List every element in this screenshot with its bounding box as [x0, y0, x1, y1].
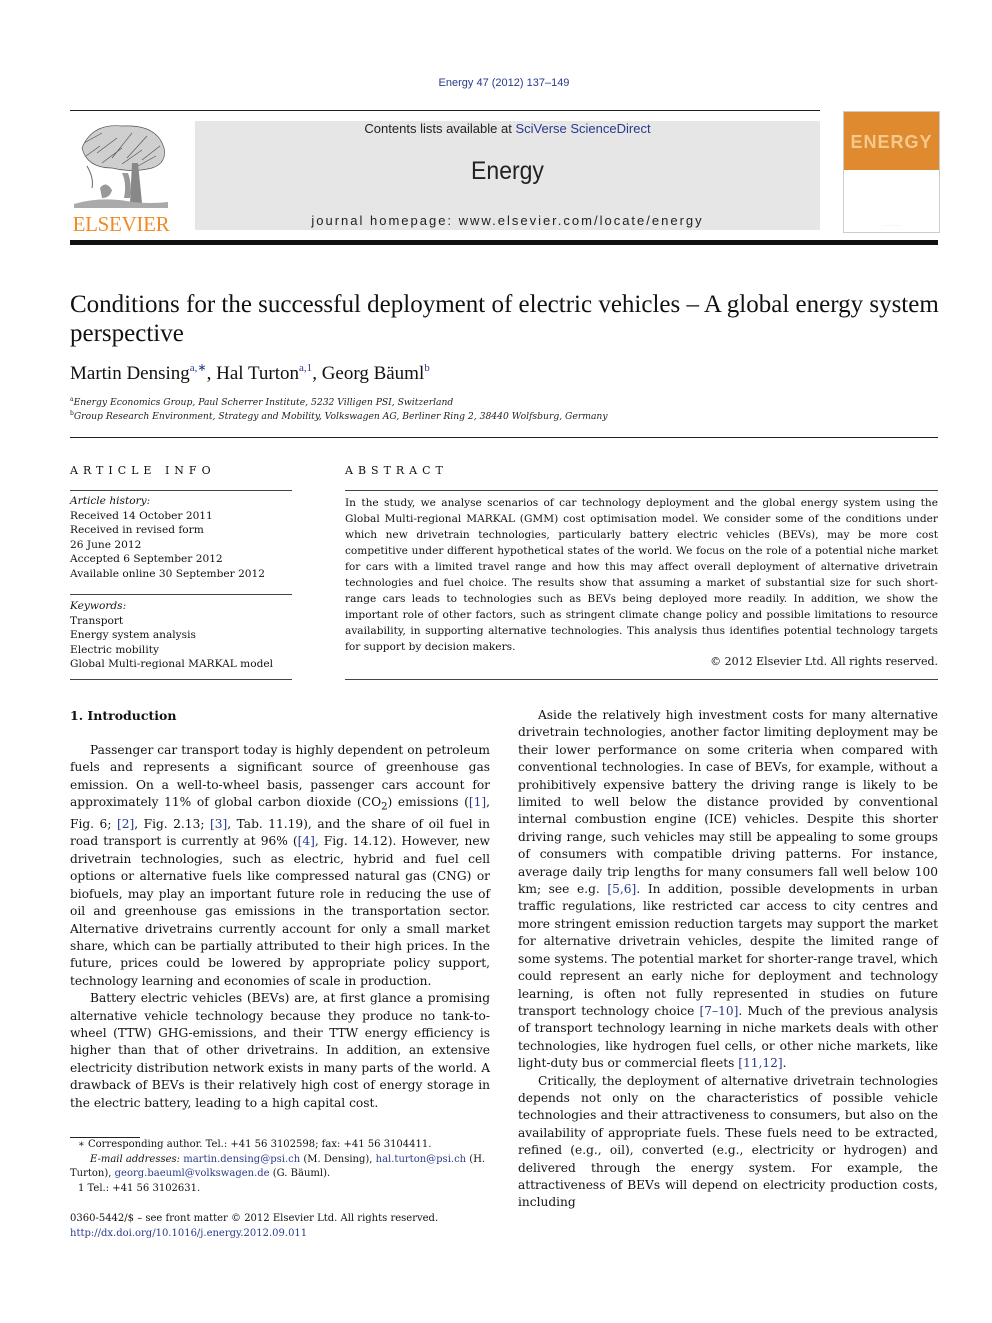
footnote-1: 1 Tel.: +41 56 3102631.: [78, 1182, 201, 1194]
header-rule-left: [70, 110, 195, 111]
contents-prefix: Contents lists available at: [364, 121, 516, 136]
email-link[interactable]: martin.densing@psi.ch: [183, 1154, 300, 1165]
elsevier-tree-icon: [74, 125, 168, 208]
paragraph: Critically, the deployment of alternativ…: [518, 1073, 938, 1210]
body-column-right: Aside the relatively high investment cos…: [518, 707, 938, 1212]
journal-citation[interactable]: Energy 47 (2012) 137–149: [0, 77, 992, 89]
reference-link[interactable]: [4]: [298, 834, 315, 848]
header-thick-rule: [70, 240, 938, 245]
footnote-emails: E-mail addresses: martin.densing@psi.ch …: [70, 1153, 486, 1180]
author-affiliation-mark[interactable]: a,∗: [190, 362, 207, 374]
email-link[interactable]: georg.baeuml@volkswagen.de: [115, 1168, 270, 1179]
affiliation: bGroup Research Environment, Strategy an…: [70, 410, 608, 422]
email-link[interactable]: hal.turton@psi.ch: [376, 1154, 466, 1165]
doi-link[interactable]: http://dx.doi.org/10.1016/j.energy.2012.…: [70, 1227, 490, 1242]
footnotes: ∗ Corresponding author. Tel.: +41 56 310…: [70, 1138, 490, 1196]
reference-link[interactable]: [1]: [469, 795, 486, 809]
journal-cover-thumbnail[interactable]: ENERGY · · · · · · ·: [843, 111, 940, 233]
history-label: Article history:: [70, 495, 151, 507]
keywords: Keywords: Transport Energy system analys…: [70, 599, 292, 672]
reference-link[interactable]: [3]: [210, 817, 227, 831]
article-info-bottom-rule: [70, 679, 292, 680]
article-info-rule: [70, 490, 292, 491]
issn-line: 0360-5442/$ – see front matter © 2012 El…: [70, 1213, 439, 1224]
header-rule: [195, 110, 820, 111]
keyword: Global Multi-regional MARKAL model: [70, 658, 274, 670]
reference-link[interactable]: [11,12]: [738, 1056, 782, 1070]
journal-homepage[interactable]: journal homepage: www.elsevier.com/locat…: [195, 213, 820, 228]
reference-link[interactable]: [7–10]: [700, 1004, 739, 1018]
keywords-label: Keywords:: [70, 600, 127, 612]
journal-banner: Contents lists available at SciVerse Sci…: [195, 121, 820, 230]
history-item: Available online 30 September 2012: [70, 567, 266, 580]
history-item: Received in revised form: [70, 524, 204, 536]
sciencedirect-link[interactable]: SciVerse ScienceDirect: [515, 121, 650, 136]
author-name: Georg Bäuml: [321, 363, 425, 384]
page-footer: 0360-5442/$ – see front matter © 2012 El…: [70, 1212, 490, 1241]
paragraph: Battery electric vehicles (BEVs) are, at…: [70, 991, 490, 1110]
reference-link[interactable]: [5,6]: [607, 882, 636, 896]
section-heading-introduction: 1. Introduction: [70, 708, 177, 723]
history-item: 26 June 2012: [70, 538, 142, 551]
author-affiliation-mark[interactable]: a,1: [299, 362, 312, 374]
history-item: Accepted 6 September 2012: [70, 553, 223, 565]
keyword: Transport: [70, 614, 124, 627]
abstract-text: In the study, we analyse scenarios of ca…: [345, 497, 938, 653]
affiliation-text: Energy Economics Group, Paul Scherrer In…: [73, 397, 454, 409]
body-column-left: Passenger car transport today is highly …: [70, 742, 490, 1112]
elsevier-logo[interactable]: ELSEVIER: [70, 118, 172, 236]
title-divider: [70, 437, 938, 438]
article-title: Conditions for the successful deployment…: [70, 291, 939, 347]
reference-link[interactable]: [2]: [117, 817, 134, 831]
keywords-rule: [70, 594, 292, 595]
footnote-corresponding: ∗ Corresponding author. Tel.: +41 56 310…: [78, 1139, 432, 1150]
cover-sciencedirect-mark: · · · · · · ·: [883, 223, 900, 228]
abstract-rule: [345, 490, 938, 491]
author-name: Hal Turton: [216, 363, 300, 384]
affiliation: aEnergy Economics Group, Paul Scherrer I…: [70, 396, 453, 408]
abstract-copyright: © 2012 Elsevier Ltd. All rights reserved…: [710, 655, 938, 668]
author-name: Martin Densing: [70, 363, 190, 384]
journal-name: Energy: [471, 157, 544, 185]
affiliation-text: Group Research Environment, Strategy and…: [73, 411, 608, 423]
author-list: Martin Densinga,∗, Hal Turtona,1, Georg …: [70, 362, 430, 384]
history-item: Received 14 October 2011: [70, 509, 213, 522]
elsevier-wordmark: ELSEVIER: [72, 212, 170, 236]
paragraph: Passenger car transport today is highly …: [70, 743, 490, 988]
article-info-heading: ARTICLE INFO: [70, 464, 216, 477]
keyword: Energy system analysis: [70, 629, 196, 641]
paragraph: Aside the relatively high investment cos…: [518, 708, 938, 1071]
contents-line: Contents lists available at SciVerse Sci…: [195, 121, 820, 136]
article-history: Article history: Received 14 October 201…: [70, 494, 292, 581]
cover-title: ENERGY: [850, 132, 933, 152]
author-affiliation-mark[interactable]: b: [424, 362, 430, 374]
keyword: Electric mobility: [70, 643, 159, 656]
abstract-heading: ABSTRACT: [345, 464, 448, 477]
abstract-bottom-rule: [345, 679, 938, 680]
